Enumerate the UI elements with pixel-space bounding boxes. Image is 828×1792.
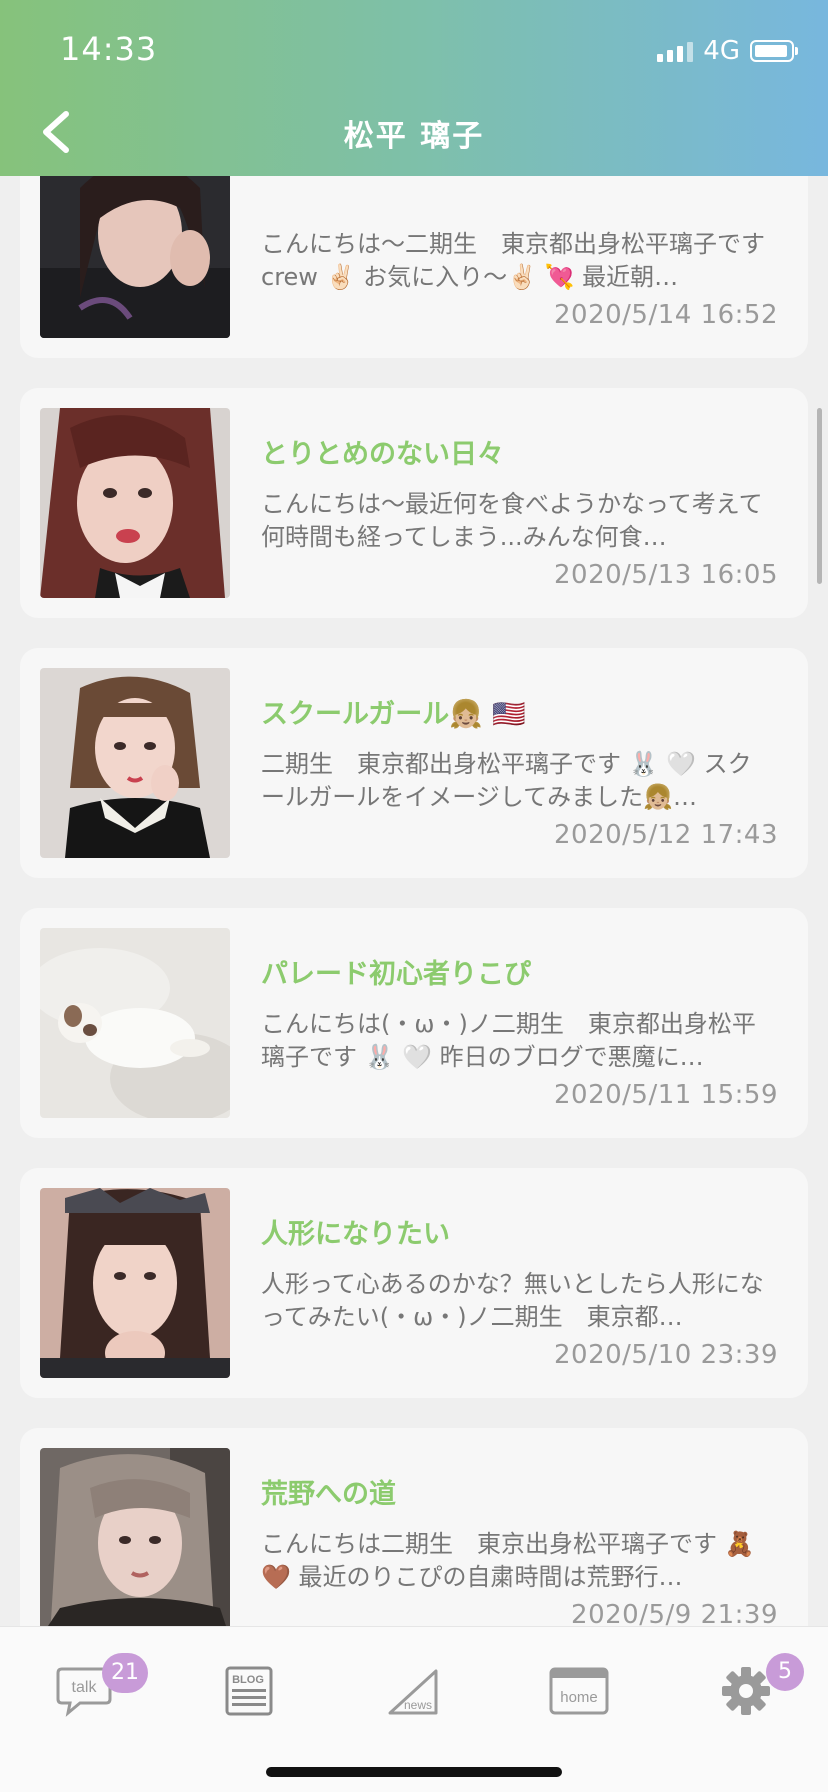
talk-badge: 21	[102, 1653, 148, 1693]
post-excerpt: こんにちは(・ω・)ノ二期生 東京都出身松平璃子です 🐰 🤍 昨日のブログで悪魔…	[261, 1010, 756, 1071]
post-excerpt: こんにちは二期生 東京出身松平璃子です 🧸 🤎 最近のりこぴの自粛時間は荒野行…	[261, 1530, 755, 1591]
settings-badge: 5	[766, 1653, 804, 1691]
nav-header: 14:33 4G 松平 璃子	[0, 0, 828, 176]
home-label: home	[560, 1689, 598, 1706]
post-title: パレード初心者りこぴ	[261, 959, 531, 990]
blog-post-card[interactable]: 人形になりたい 人形って心あるのかな？無いとしたら人形になってみたい(・ω・)ノ…	[20, 1168, 808, 1398]
blog-post-card[interactable]: とりとめのない日々 こんにちは〜最近何を食べようかなって考えて何時間も経ってしま…	[20, 388, 808, 618]
signal-icon	[657, 40, 694, 62]
home-indicator[interactable]	[266, 1767, 562, 1777]
talk-label: talk	[72, 1679, 98, 1696]
blog-post-list[interactable]: こんにちは〜二期生 東京都出身松平璃子ですcrew ✌🏻 お気に入り〜✌🏻 💘 …	[20, 128, 808, 1688]
scroll-indicator[interactable]	[817, 408, 822, 584]
news-icon: news	[388, 1669, 438, 1715]
post-date: 2020/5/12 17:43	[553, 820, 778, 850]
blog-label: BLOG	[232, 1674, 264, 1686]
blog-post-card[interactable]: パレード初心者りこぴ こんにちは(・ω・)ノ二期生 東京都出身松平璃子です 🐰 …	[20, 908, 808, 1138]
tab-news[interactable]: news	[384, 1657, 474, 1727]
post-date: 2020/5/11 15:59	[553, 1080, 778, 1110]
post-date: 2020/5/13 16:05	[553, 560, 778, 590]
tab-blog[interactable]: BLOG	[222, 1657, 312, 1727]
status-indicators: 4G	[657, 36, 798, 66]
gear-icon	[722, 1667, 770, 1715]
post-date: 2020/5/10 23:39	[553, 1340, 778, 1370]
post-excerpt: こんにちは〜二期生 東京都出身松平璃子ですcrew ✌🏻 お気に入り〜✌🏻 💘 …	[261, 230, 765, 291]
tab-home[interactable]: home	[548, 1657, 638, 1727]
post-thumbnail	[40, 1188, 230, 1378]
post-title: 荒野への道	[261, 1479, 396, 1510]
status-time: 14:33	[60, 30, 158, 68]
post-thumbnail	[40, 668, 230, 858]
post-title: 人形になりたい	[261, 1219, 450, 1250]
blog-list-screen: こんにちは〜二期生 東京都出身松平璃子ですcrew ✌🏻 お気に入り〜✌🏻 💘 …	[0, 0, 828, 1792]
tab-talk[interactable]: talk 21	[54, 1653, 148, 1727]
tab-settings[interactable]: 5	[720, 1653, 810, 1727]
post-date: 2020/5/14 16:52	[553, 300, 778, 330]
post-thumbnail	[40, 1448, 230, 1638]
post-excerpt: こんにちは〜最近何を食べようかなって考えて何時間も経ってしまう...みんな何食…	[261, 490, 763, 551]
network-label: 4G	[703, 36, 740, 66]
home-window-icon: home	[549, 1667, 609, 1715]
blog-post-card[interactable]: スクールガール👧🏼 🇺🇸 二期生 東京都出身松平璃子です 🐰 🤍 スクールガール…	[20, 648, 808, 878]
post-thumbnail	[40, 408, 230, 598]
post-title: とりとめのない日々	[261, 439, 504, 470]
post-excerpt: 人形って心あるのかな？無いとしたら人形になってみたい(・ω・)ノ二期生 東京都…	[261, 1270, 764, 1331]
post-title: スクールガール👧🏼 🇺🇸	[261, 699, 526, 730]
blog-post-card[interactable]: 荒野への道 こんにちは二期生 東京出身松平璃子です 🧸 🤎 最近のりこぴの自粛時…	[20, 1428, 808, 1658]
news-label: news	[404, 1698, 432, 1712]
blog-icon: BLOG	[225, 1666, 273, 1716]
post-thumbnail	[40, 148, 230, 338]
battery-icon	[750, 40, 798, 62]
post-thumbnail	[40, 928, 230, 1118]
post-excerpt: 二期生 東京都出身松平璃子です 🐰 🤍 スクールガールをイメージしてみました👧🏼…	[261, 750, 752, 811]
page-title: 松平 璃子	[343, 119, 485, 154]
